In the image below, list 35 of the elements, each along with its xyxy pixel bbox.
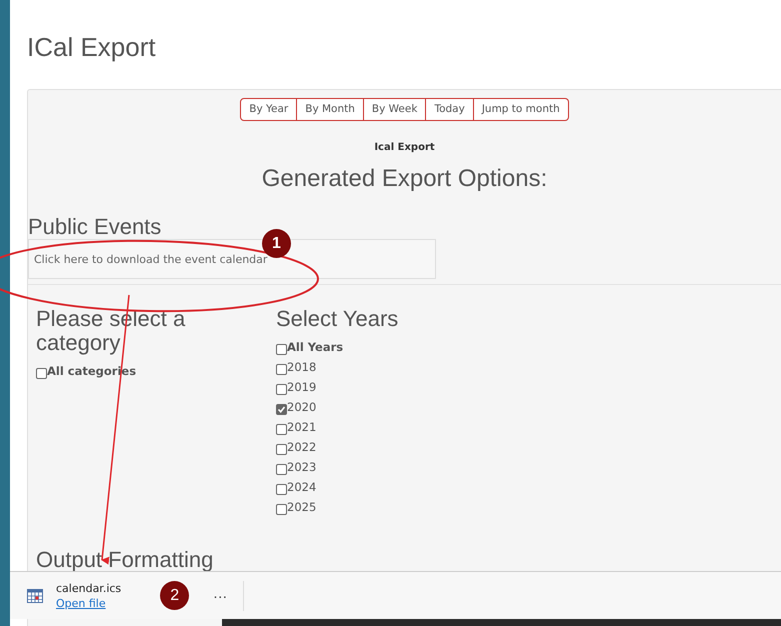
- option-label: 2019: [287, 380, 316, 394]
- checkbox[interactable]: [276, 484, 287, 494]
- nav-button[interactable]: By Week: [364, 98, 426, 121]
- nav-button[interactable]: Jump to month: [474, 98, 569, 121]
- checkbox[interactable]: [36, 368, 47, 378]
- more-button[interactable]: ···: [209, 588, 232, 604]
- option-label: 2022: [287, 440, 316, 454]
- public-events-heading: Public Events: [28, 215, 162, 239]
- section-label: Ical Export: [373, 142, 436, 153]
- nav-button[interactable]: Today: [426, 98, 474, 121]
- section-heading: Generated Export Options:: [260, 165, 548, 193]
- option-label: 2023: [287, 460, 316, 474]
- checkbox[interactable]: [276, 504, 287, 514]
- checkbox[interactable]: [276, 384, 287, 394]
- checkbox[interactable]: [276, 464, 287, 474]
- checkbox[interactable]: [276, 424, 287, 434]
- option-label: 2018: [287, 360, 316, 374]
- file-name: calendar.ics: [56, 582, 122, 594]
- option-label: 2024: [287, 480, 316, 494]
- checkbox[interactable]: [276, 364, 287, 374]
- option-label: 2021: [287, 420, 316, 434]
- checkbox[interactable]: [276, 344, 287, 354]
- option-label: 2020: [287, 400, 316, 414]
- checkbox[interactable]: [276, 404, 287, 414]
- open-file-link[interactable]: Open file: [56, 596, 122, 610]
- checkbox[interactable]: [276, 444, 287, 454]
- option-label: All Years: [287, 340, 344, 354]
- nav-button[interactable]: By Year: [240, 98, 298, 121]
- step-badge: 2: [160, 581, 190, 610]
- page-title: ICal Export: [27, 32, 157, 62]
- column-heading: Select Years: [276, 307, 400, 331]
- calendar-icon: [27, 588, 43, 604]
- option-label: 2025: [287, 500, 316, 514]
- nav-button[interactable]: By Month: [297, 98, 364, 121]
- output-formatting-heading: Output Formatting: [36, 547, 214, 573]
